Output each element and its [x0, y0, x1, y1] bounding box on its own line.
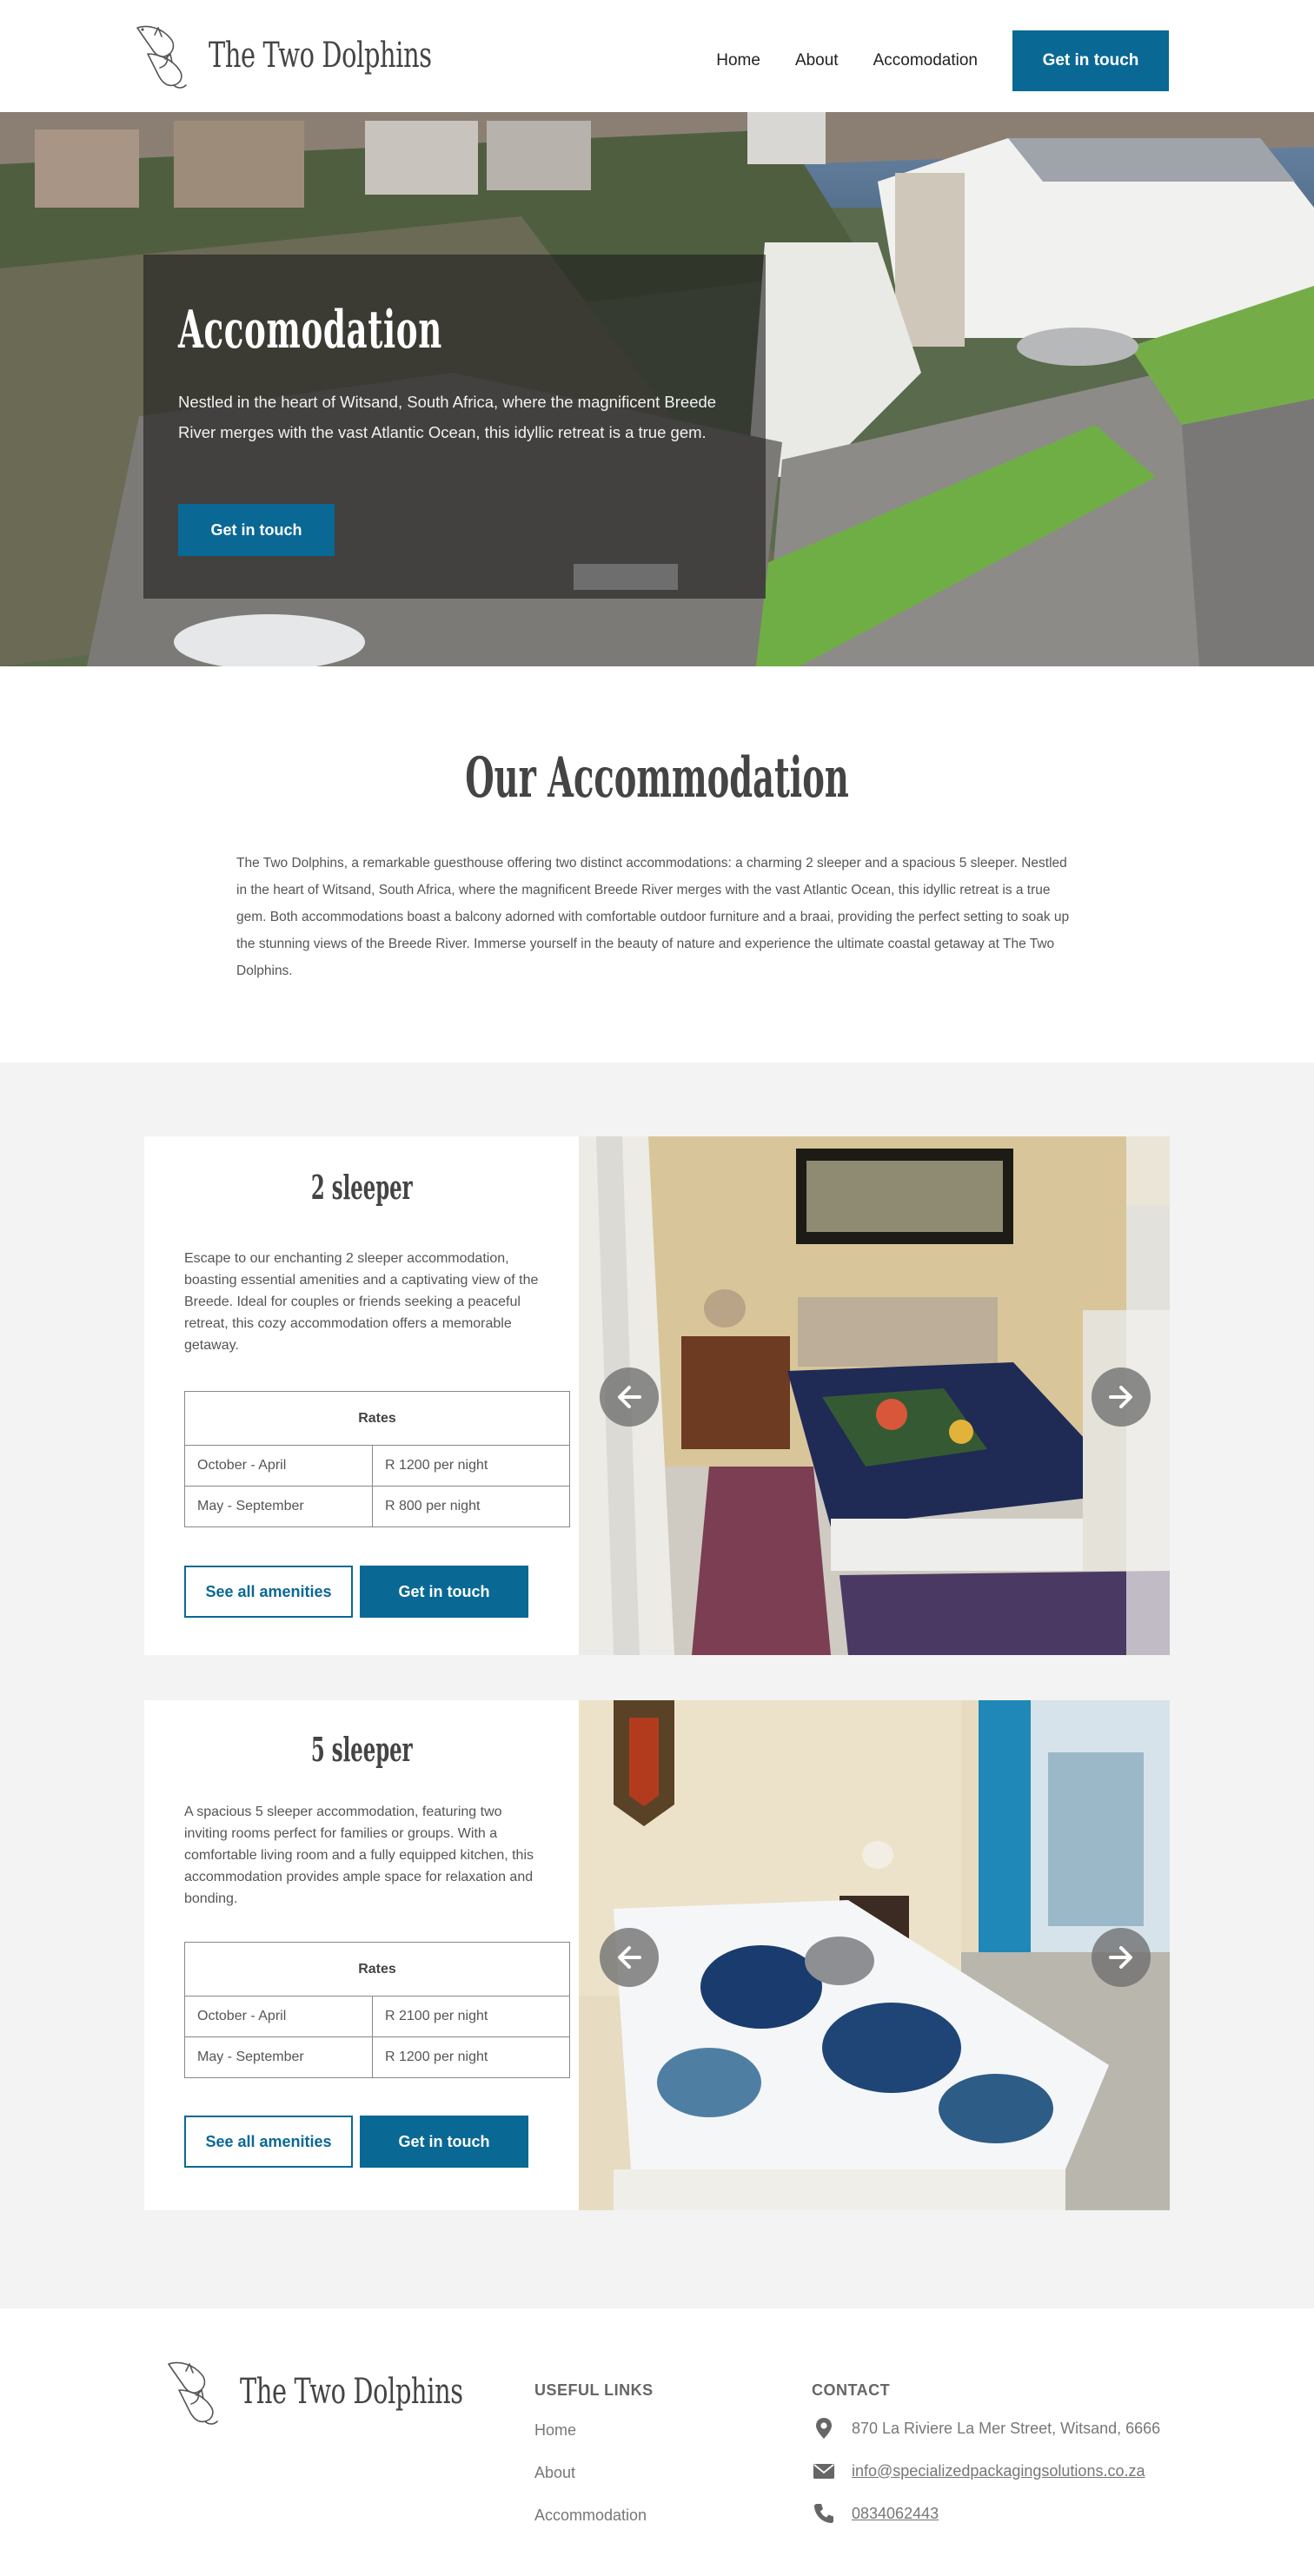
rates-table: Rates October - April R 2100 per night M…: [184, 1942, 570, 2078]
site-footer: The Two Dolphins USEFUL LINKS Home About…: [0, 2308, 1314, 2576]
card-get-in-touch-button[interactable]: Get in touch: [360, 2116, 528, 2168]
footer-logo[interactable]: The Two Dolphins: [163, 2355, 550, 2428]
arrow-left-icon: [618, 1946, 641, 1969]
accommodation-card-2-sleeper: 2 sleeper Escape to our enchanting 2 sle…: [144, 1136, 1170, 1655]
nav-accomodation[interactable]: Accomodation: [873, 51, 978, 70]
logo-text: The Two Dolphins: [240, 2372, 463, 2412]
rate-price: R 1200 per night: [372, 1445, 570, 1487]
card-get-in-touch-button[interactable]: Get in touch: [360, 1566, 528, 1618]
rates-header: Rates: [184, 1391, 570, 1446]
our-accommodation-heading: Our Accommodation: [465, 745, 849, 811]
rate-price: R 800 per night: [372, 1486, 570, 1527]
rate-period: October - April: [184, 1445, 373, 1487]
arrow-left-icon: [618, 1386, 641, 1408]
contact-address: 870 La Riviere La Mer Street, Witsand, 6…: [812, 2416, 1160, 2440]
carousel-prev-button[interactable]: [600, 1928, 659, 1987]
card-description: Escape to our enchanting 2 sleeper accom…: [184, 1251, 539, 1353]
nav-home[interactable]: Home: [716, 51, 760, 70]
see-all-amenities-button[interactable]: See all amenities: [184, 1566, 353, 1618]
header-get-in-touch-button[interactable]: Get in touch: [1012, 30, 1169, 91]
card-photo-carousel: [579, 1136, 1170, 1655]
main-nav: Home About Accomodation Get in touch: [716, 30, 1314, 91]
carousel-next-button[interactable]: [1092, 1367, 1151, 1427]
carousel-prev-button[interactable]: [600, 1367, 659, 1427]
rate-period: May - September: [184, 2036, 373, 2078]
card-title: 2 sleeper: [310, 1168, 413, 1207]
rate-price: R 2100 per night: [372, 1996, 570, 2037]
rate-period: October - April: [184, 1996, 373, 2037]
hero-title: Accomodation: [178, 300, 442, 361]
accommodation-section: 2 sleeper Escape to our enchanting 2 sle…: [0, 1063, 1314, 2308]
arrow-right-icon: [1109, 1946, 1132, 1969]
logo-text: The Two Dolphins: [209, 36, 432, 76]
nav-about[interactable]: About: [795, 51, 839, 70]
site-logo[interactable]: The Two Dolphins: [132, 19, 432, 92]
bedroom-photo: [579, 1136, 1170, 1655]
table-row: May - September R 800 per night: [184, 1486, 570, 1527]
rates-header: Rates: [184, 1942, 570, 1997]
rate-period: May - September: [184, 1486, 373, 1527]
card-info: 2 sleeper Escape to our enchanting 2 sle…: [144, 1136, 579, 1655]
address-text: 870 La Riviere La Mer Street, Witsand, 6…: [852, 2419, 1161, 2437]
location-pin-icon: [816, 2418, 832, 2439]
footer-link-accommodation[interactable]: Accommodation: [534, 2506, 647, 2525]
arrow-right-icon: [1109, 1386, 1132, 1408]
table-row: May - September R 1200 per night: [184, 2036, 570, 2078]
dolphin-logo-icon: [168, 2361, 218, 2425]
email-link[interactable]: info@specializedpackagingsolutions.co.za: [852, 2462, 1145, 2480]
card-photo-carousel: [579, 1700, 1170, 2210]
see-all-amenities-button[interactable]: See all amenities: [184, 2116, 353, 2168]
our-accommodation-text: The Two Dolphins, a remarkable guesthous…: [236, 856, 1070, 978]
useful-links-heading: USEFUL LINKS: [534, 2381, 654, 2399]
card-info: 5 sleeper A spacious 5 sleeper accommoda…: [144, 1700, 579, 2210]
contact-email[interactable]: info@specializedpackagingsolutions.co.za: [812, 2459, 1145, 2483]
hero-description: Nestled in the heart of Witsand, South A…: [178, 393, 717, 441]
phone-icon: [814, 2504, 833, 2523]
card-description: A spacious 5 sleeper accommodation, feat…: [184, 1805, 534, 1906]
bedroom-photo: [579, 1700, 1170, 2210]
phone-link[interactable]: 0834062443: [852, 2505, 939, 2523]
envelope-icon: [813, 2464, 834, 2479]
footer-link-home[interactable]: Home: [534, 2421, 576, 2440]
rates-table: Rates October - April R 1200 per night M…: [184, 1391, 570, 1527]
footer-link-about[interactable]: About: [534, 2464, 575, 2482]
table-row: October - April R 1200 per night: [184, 1445, 570, 1487]
contact-heading: CONTACT: [812, 2381, 891, 2399]
hero-banner: Accomodation Nestled in the heart of Wit…: [0, 112, 1314, 666]
contact-phone[interactable]: 0834062443: [812, 2501, 939, 2526]
site-header: The Two Dolphins Home About Accomodation…: [0, 0, 1314, 112]
hero-get-in-touch-button[interactable]: Get in touch: [178, 504, 335, 556]
rate-price: R 1200 per night: [372, 2036, 570, 2078]
dolphin-logo-icon: [136, 25, 187, 89]
accommodation-card-5-sleeper: 5 sleeper A spacious 5 sleeper accommoda…: [144, 1700, 1170, 2210]
table-row: October - April R 2100 per night: [184, 1996, 570, 2037]
hero-overlay-box: Accomodation Nestled in the heart of Wit…: [143, 255, 766, 599]
card-title: 5 sleeper: [310, 1730, 413, 1769]
carousel-next-button[interactable]: [1092, 1928, 1151, 1987]
